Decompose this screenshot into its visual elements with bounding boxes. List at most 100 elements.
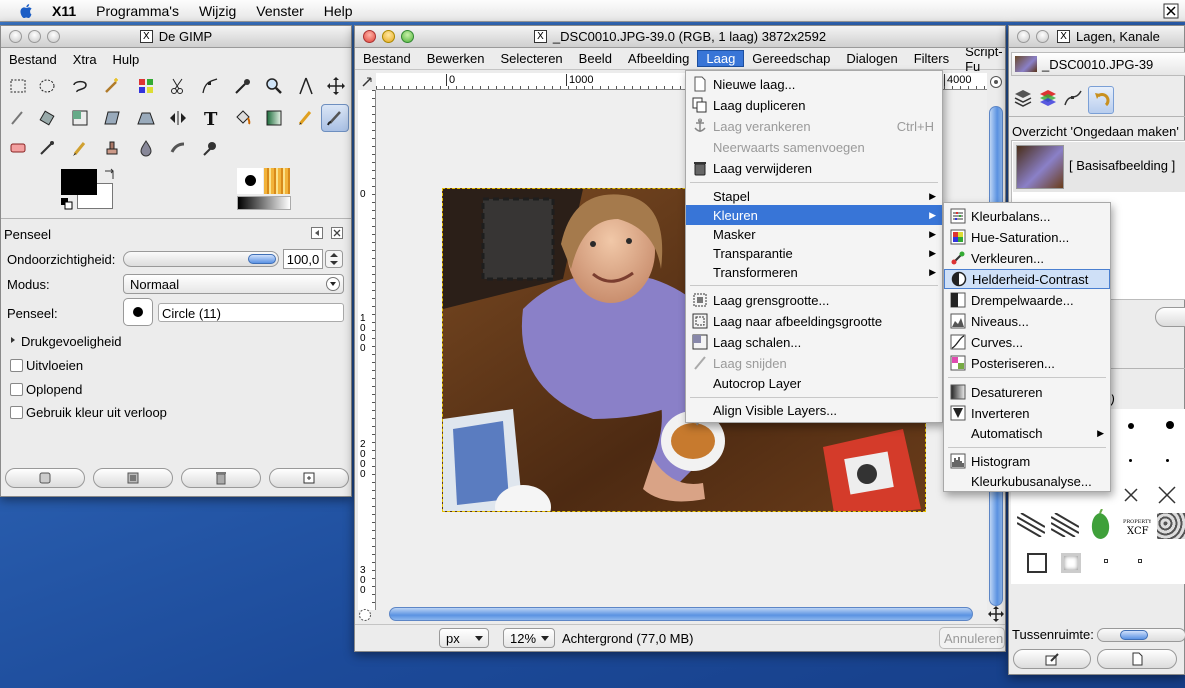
close-icon[interactable] bbox=[1017, 30, 1030, 43]
redo-button[interactable] bbox=[1155, 307, 1185, 327]
toolbox-titlebar[interactable]: X De GIMP bbox=[1, 26, 351, 48]
brush-cell-hatch[interactable] bbox=[1051, 513, 1079, 537]
smudge-tool-icon[interactable] bbox=[165, 136, 191, 160]
text-tool-icon[interactable]: T bbox=[197, 106, 223, 130]
brush-cell-hatch[interactable] bbox=[1017, 513, 1045, 537]
menu-item-posterize[interactable]: Posteriseren... bbox=[944, 353, 1110, 373]
menu-item-scale-layer[interactable]: Laag schalen... bbox=[686, 332, 942, 352]
menu-programmas[interactable]: Programma's bbox=[96, 3, 179, 19]
menu-item-histogram[interactable]: Histogram bbox=[944, 451, 1110, 471]
pepper-brush-icon[interactable] bbox=[1087, 509, 1113, 541]
menu-item-brightness-contrast[interactable]: Helderheid-Contrast bbox=[944, 269, 1110, 289]
menu-item-duplicate-layer[interactable]: Laag dupliceren bbox=[686, 95, 942, 115]
menu-item-merge-down[interactable]: Neerwaarts samenvoegen bbox=[686, 137, 942, 157]
rotate-tool-icon[interactable] bbox=[34, 106, 60, 130]
shear-tool-icon[interactable] bbox=[99, 106, 125, 130]
menu-item-levels[interactable]: Niveaus... bbox=[944, 311, 1110, 331]
paths-tool-icon[interactable] bbox=[197, 74, 223, 98]
menu-item-crop-layer[interactable]: Laag snijden bbox=[686, 353, 942, 373]
menu-wijzig[interactable]: Wijzig bbox=[199, 3, 236, 19]
save-options-button[interactable] bbox=[5, 468, 85, 488]
ink-tool-icon[interactable] bbox=[67, 136, 93, 160]
close-icon[interactable] bbox=[363, 30, 376, 43]
clone-tool-icon[interactable] bbox=[99, 136, 125, 160]
image-menu-selecteren[interactable]: Selecteren bbox=[493, 51, 571, 66]
mode-select[interactable]: Normaal bbox=[123, 274, 344, 294]
pressure-sensitivity-expander[interactable]: Drukgevoeligheid bbox=[21, 334, 121, 349]
edit-brush-button[interactable] bbox=[1013, 649, 1091, 669]
menu-item-mask[interactable]: Masker ▶ bbox=[686, 224, 942, 244]
restore-options-button[interactable] bbox=[93, 468, 173, 488]
select-by-color-tool-icon[interactable] bbox=[133, 74, 159, 98]
navigation-move-icon[interactable] bbox=[988, 606, 1004, 622]
dock-tab-channels[interactable] bbox=[1038, 88, 1060, 112]
image-menu-beeld[interactable]: Beeld bbox=[571, 51, 620, 66]
opacity-spin-icon[interactable] bbox=[325, 250, 343, 268]
menu-item-transform[interactable]: Transformeren ▶ bbox=[686, 262, 942, 282]
rect-select-tool-icon[interactable] bbox=[5, 74, 31, 98]
dock-tab-undo[interactable] bbox=[1088, 86, 1114, 114]
menu-item-layer-to-image-size[interactable]: Laag naar afbeeldingsgrootte bbox=[686, 311, 942, 331]
image-menu-dialogen[interactable]: Dialogen bbox=[838, 51, 905, 66]
toolbox-menu-xtra[interactable]: Xtra bbox=[65, 52, 105, 67]
gradient-color-checkbox[interactable] bbox=[10, 406, 23, 419]
spacing-slider-thumb[interactable] bbox=[1120, 630, 1148, 640]
new-brush-button[interactable] bbox=[1097, 649, 1177, 669]
measure-tool-icon[interactable] bbox=[293, 74, 319, 98]
menu-item-layer-boundary[interactable]: Laag grensgrootte... bbox=[686, 290, 942, 310]
brush-select-button[interactable] bbox=[123, 298, 153, 326]
lasso-tool-icon[interactable] bbox=[67, 74, 93, 98]
horizontal-scrollbar[interactable] bbox=[389, 607, 973, 621]
opacity-slider-thumb[interactable] bbox=[248, 254, 276, 264]
menu-item-threshold[interactable]: Drempelwaarde... bbox=[944, 290, 1110, 310]
menu-item-hue-saturation[interactable]: Hue-Saturation... bbox=[944, 227, 1110, 247]
dock-tab-paths[interactable] bbox=[1063, 88, 1085, 112]
image-menu-bestand[interactable]: Bestand bbox=[355, 51, 419, 66]
blend-tool-icon[interactable] bbox=[261, 106, 287, 130]
image-menu-filters[interactable]: Filters bbox=[906, 51, 957, 66]
brush-cell[interactable] bbox=[1166, 459, 1169, 462]
toolbox-menu-bestand[interactable]: Bestand bbox=[1, 52, 65, 67]
menu-item-desaturate[interactable]: Desatureren bbox=[944, 382, 1110, 402]
minimize-icon[interactable] bbox=[382, 30, 395, 43]
image-menu-gereedschap[interactable]: Gereedschap bbox=[744, 51, 838, 66]
brush-cell[interactable] bbox=[1104, 559, 1108, 563]
minimize-icon[interactable] bbox=[1036, 30, 1049, 43]
texture-brush-icon[interactable] bbox=[1157, 513, 1185, 539]
paintbrush-tool-icon[interactable] bbox=[321, 104, 349, 132]
eraser-tool-icon[interactable] bbox=[5, 136, 31, 160]
image-menu-laag[interactable]: Laag bbox=[697, 50, 745, 67]
image-menu-script-fu[interactable]: Script-Fu bbox=[957, 44, 1011, 74]
brush-cell-cross[interactable] bbox=[1123, 487, 1139, 503]
airbrush-tool-icon[interactable] bbox=[34, 136, 60, 160]
brush-cell-cross[interactable] bbox=[1157, 485, 1177, 505]
pencil-tool-icon[interactable] bbox=[293, 106, 319, 130]
brush-cell[interactable] bbox=[1129, 459, 1132, 462]
menu-venster[interactable]: Venster bbox=[256, 3, 303, 19]
delete-options-button[interactable] bbox=[181, 468, 261, 488]
navigate-icon[interactable] bbox=[989, 75, 1003, 89]
opacity-slider[interactable] bbox=[123, 251, 279, 267]
menu-item-transparency[interactable]: Transparantie ▶ bbox=[686, 243, 942, 263]
image-menu-bewerken[interactable]: Bewerken bbox=[419, 51, 493, 66]
unit-select[interactable]: px bbox=[439, 628, 489, 648]
dodge-burn-tool-icon[interactable] bbox=[197, 136, 223, 160]
dock-tab-layers[interactable] bbox=[1013, 88, 1035, 112]
perspective-tool-icon[interactable] bbox=[133, 106, 159, 130]
bucket-fill-tool-icon[interactable] bbox=[230, 106, 256, 130]
menu-item-align-visible-layers[interactable]: Align Visible Layers... bbox=[686, 400, 942, 420]
x11-status-icon[interactable] bbox=[1163, 3, 1179, 19]
brush-name-field[interactable]: Circle (11) bbox=[158, 303, 344, 322]
expander-arrow-icon[interactable] bbox=[8, 335, 18, 345]
incremental-checkbox[interactable] bbox=[10, 383, 23, 396]
move-tool-icon[interactable] bbox=[323, 74, 349, 98]
blur-tool-icon[interactable] bbox=[133, 136, 159, 160]
color-picker-tool-icon[interactable] bbox=[230, 74, 256, 98]
menu-item-colors[interactable]: Kleuren ▶ bbox=[686, 205, 942, 225]
tool-options-menu-icon[interactable] bbox=[311, 227, 323, 239]
menu-item-curves[interactable]: Curves... bbox=[944, 332, 1110, 352]
menu-item-colorcube-analysis[interactable]: Kleurkubusanalyse... bbox=[944, 471, 1110, 491]
xcf-brush-icon[interactable]: PROPERTY OFXCF bbox=[1121, 515, 1151, 537]
minimize-icon[interactable] bbox=[28, 30, 41, 43]
image-menu-afbeelding[interactable]: Afbeelding bbox=[620, 51, 697, 66]
